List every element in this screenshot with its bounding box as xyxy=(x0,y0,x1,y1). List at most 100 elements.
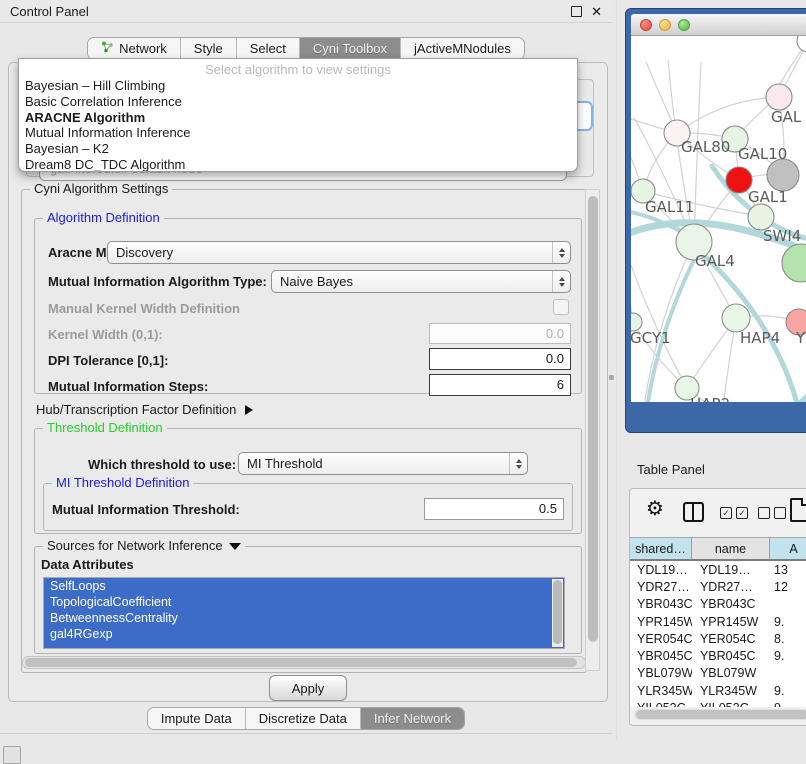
algorithm-item-basic-correlation-inference[interactable]: Basic Correlation Inference xyxy=(19,94,577,110)
column-header-name[interactable]: name xyxy=(692,538,770,559)
algorithm-definition-group: Algorithm Definition Aracne Mode: Discov… xyxy=(34,218,582,394)
mi-algorithm-type-value: Naive Bayes xyxy=(272,271,552,292)
node-label: Y xyxy=(795,329,806,347)
table-cell: 9 xyxy=(770,701,806,707)
collapse-down-icon[interactable] xyxy=(229,543,241,550)
table-cell: YIL052C xyxy=(692,701,770,707)
table-row[interactable]: YBR043CYBR043C xyxy=(630,596,806,613)
node-gal-cut[interactable] xyxy=(766,84,792,110)
node-hap4[interactable] xyxy=(722,304,750,332)
table-header: shared…nameA xyxy=(630,537,806,561)
bottom-tabs: Impute Data Discretize DataInfer Network xyxy=(147,707,465,730)
table-cell: YER054C xyxy=(630,632,692,646)
mi-algorithm-type-combobox[interactable]: Naive Bayes xyxy=(271,270,571,293)
table-row[interactable]: YDL19…YDL19…13 xyxy=(630,561,806,578)
select-all-checkboxes-icon[interactable]: ✓✓ xyxy=(720,507,748,519)
column-header-a[interactable]: A xyxy=(770,538,806,559)
table-cell: YDR27… xyxy=(692,580,770,594)
app-root: Control Panel ✕ NetworkStyleSelectCyni T… xyxy=(0,0,806,762)
stepper-icon xyxy=(552,242,570,263)
apply-button[interactable]: Apply xyxy=(269,675,347,701)
close-traffic-light-icon[interactable] xyxy=(640,19,652,31)
table-cell: YDR27… xyxy=(630,580,692,594)
minimize-traffic-light-icon[interactable] xyxy=(659,19,671,31)
table-row[interactable]: YPR145WYPR145W9. xyxy=(630,613,806,630)
tab-network[interactable]: Network xyxy=(88,38,181,59)
tab-cyni-toolbox[interactable]: Cyni Toolbox xyxy=(300,38,401,59)
dpi-tolerance-field[interactable]: 0.0 xyxy=(429,348,571,370)
zoom-traffic-light-icon[interactable] xyxy=(678,19,690,31)
table-row[interactable]: YIL052CYIL052C9 xyxy=(630,699,806,707)
tab-discretize-data[interactable]: Discretize Data xyxy=(246,708,361,729)
dock-panel-icon[interactable] xyxy=(3,746,21,764)
attribute-item-topologicalcoefficient[interactable]: TopologicalCoefficient xyxy=(44,594,564,610)
tab-select[interactable]: Select xyxy=(237,38,300,59)
mi-algorithm-type-label: Mutual Information Algorithm Type: xyxy=(48,274,267,289)
node-label: HAP2 xyxy=(690,395,730,402)
column-header-shared[interactable]: shared… xyxy=(630,538,692,559)
cyni-algorithm-settings-group: Cyni Algorithm Settings Algorithm Defini… xyxy=(21,189,587,673)
deselect-all-checkboxes-icon[interactable] xyxy=(758,507,786,519)
table-cell: 9. xyxy=(770,615,806,629)
network-canvas[interactable]: GALGAL80GAL10GAL1GAL11SWI4GAL4GCY1HAP4YH… xyxy=(631,36,806,402)
node-gray[interactable] xyxy=(767,159,799,191)
table-row[interactable]: YBR045CYBR045C9. xyxy=(630,647,806,664)
algorithm-item-dream8-dc-tdc-algorithm[interactable]: Dream8 DC_TDC Algorithm xyxy=(19,157,577,172)
bottom-tabbar: Impute Data Discretize DataInfer Network xyxy=(0,702,612,734)
table-row[interactable]: YBL079WYBL079W xyxy=(630,665,806,682)
mi-threshold-field[interactable]: 0.5 xyxy=(424,498,564,520)
table-horizontal-scrollbar[interactable] xyxy=(634,709,806,720)
node-label: GAL11 xyxy=(645,198,694,216)
algorithm-item-mutual-information-inference[interactable]: Mutual Information Inference xyxy=(19,125,577,141)
table-cell: YBR043C xyxy=(692,597,770,611)
tab-infer-network[interactable]: Infer Network xyxy=(361,708,464,729)
aracne-mode-combobox[interactable]: Discovery xyxy=(107,241,571,264)
new-table-icon[interactable] xyxy=(790,498,806,522)
tab-jactivemnodules[interactable]: jActiveMNodules xyxy=(401,38,524,59)
split-divider-grip[interactable] xyxy=(609,375,614,380)
table-row[interactable]: YLR345WYLR345W9. xyxy=(630,682,806,699)
settings-horizontal-scrollbar[interactable] xyxy=(22,656,586,669)
columns-icon[interactable] xyxy=(683,502,704,522)
sources-group: Sources for Network Inference Data Attri… xyxy=(34,546,582,654)
tab-impute-data[interactable]: Impute Data xyxy=(148,708,246,729)
algorithm-item-bayesian-hill-climbing[interactable]: Bayesian – Hill Climbing xyxy=(19,78,577,94)
table-panel: ⚙ ✓✓ shared…nameA YDL19…YDL19…13YDR27…YD… xyxy=(629,488,806,726)
gear-icon[interactable]: ⚙ xyxy=(646,499,664,519)
network-window-titlebar[interactable] xyxy=(631,14,806,36)
node-top[interactable] xyxy=(797,36,806,52)
attribute-item-betweennesscentrality[interactable]: BetweennessCentrality xyxy=(44,610,564,626)
tab-style[interactable]: Style xyxy=(181,38,237,59)
settings-vertical-scrollbar[interactable] xyxy=(585,189,600,671)
table-cell: YDL19… xyxy=(630,563,692,577)
mi-threshold-label: Mutual Information Threshold: xyxy=(52,502,240,517)
algorithm-dropdown-popup: Select algorithm to view settings Bayesi… xyxy=(18,58,578,172)
algorithm-item-bayesian-k2[interactable]: Bayesian – K2 xyxy=(19,141,577,157)
kernel-width-field[interactable]: 0.0 xyxy=(429,323,571,344)
algorithm-item-aracne-algorithm[interactable]: ARACNE Algorithm xyxy=(19,110,577,126)
attribute-item-partial[interactable] xyxy=(44,642,564,649)
data-attributes-list[interactable]: SelfLoopsTopologicalCoefficientBetweenne… xyxy=(43,577,565,649)
node-label: GAL10 xyxy=(738,145,787,163)
panel-bottom-edge xyxy=(0,733,612,734)
table-row[interactable]: YER054CYER054C8. xyxy=(630,630,806,647)
which-threshold-combobox[interactable]: MI Threshold xyxy=(238,452,528,475)
table-cell: 13 xyxy=(770,563,806,577)
manual-kernel-width-label: Manual Kernel Width Definition xyxy=(48,301,240,316)
node-big-green[interactable] xyxy=(782,244,806,282)
close-icon[interactable]: ✕ xyxy=(591,5,602,18)
dpi-tolerance-label: DPI Tolerance [0,1]: xyxy=(48,353,168,368)
float-window-icon[interactable] xyxy=(571,6,582,17)
tab-label: Impute Data xyxy=(161,711,232,726)
manual-kernel-width-checkbox[interactable] xyxy=(553,299,569,315)
list-scrollbar[interactable] xyxy=(552,579,563,647)
split-divider[interactable] xyxy=(616,0,617,740)
hub-transcription-section[interactable]: Hub/Transcription Factor Definition xyxy=(36,402,253,417)
attribute-item-gal4rgexp[interactable]: gal4RGexp xyxy=(44,626,564,642)
cyni-algorithm-settings-title: Cyni Algorithm Settings xyxy=(30,181,172,196)
attribute-item-selfloops[interactable]: SelfLoops xyxy=(44,578,564,594)
mi-steps-field[interactable]: 6 xyxy=(429,374,571,396)
threshold-definition-title: Threshold Definition xyxy=(43,420,167,435)
table-row[interactable]: YDR27…YDR27…12 xyxy=(630,578,806,595)
tab-label: Network xyxy=(119,41,167,56)
